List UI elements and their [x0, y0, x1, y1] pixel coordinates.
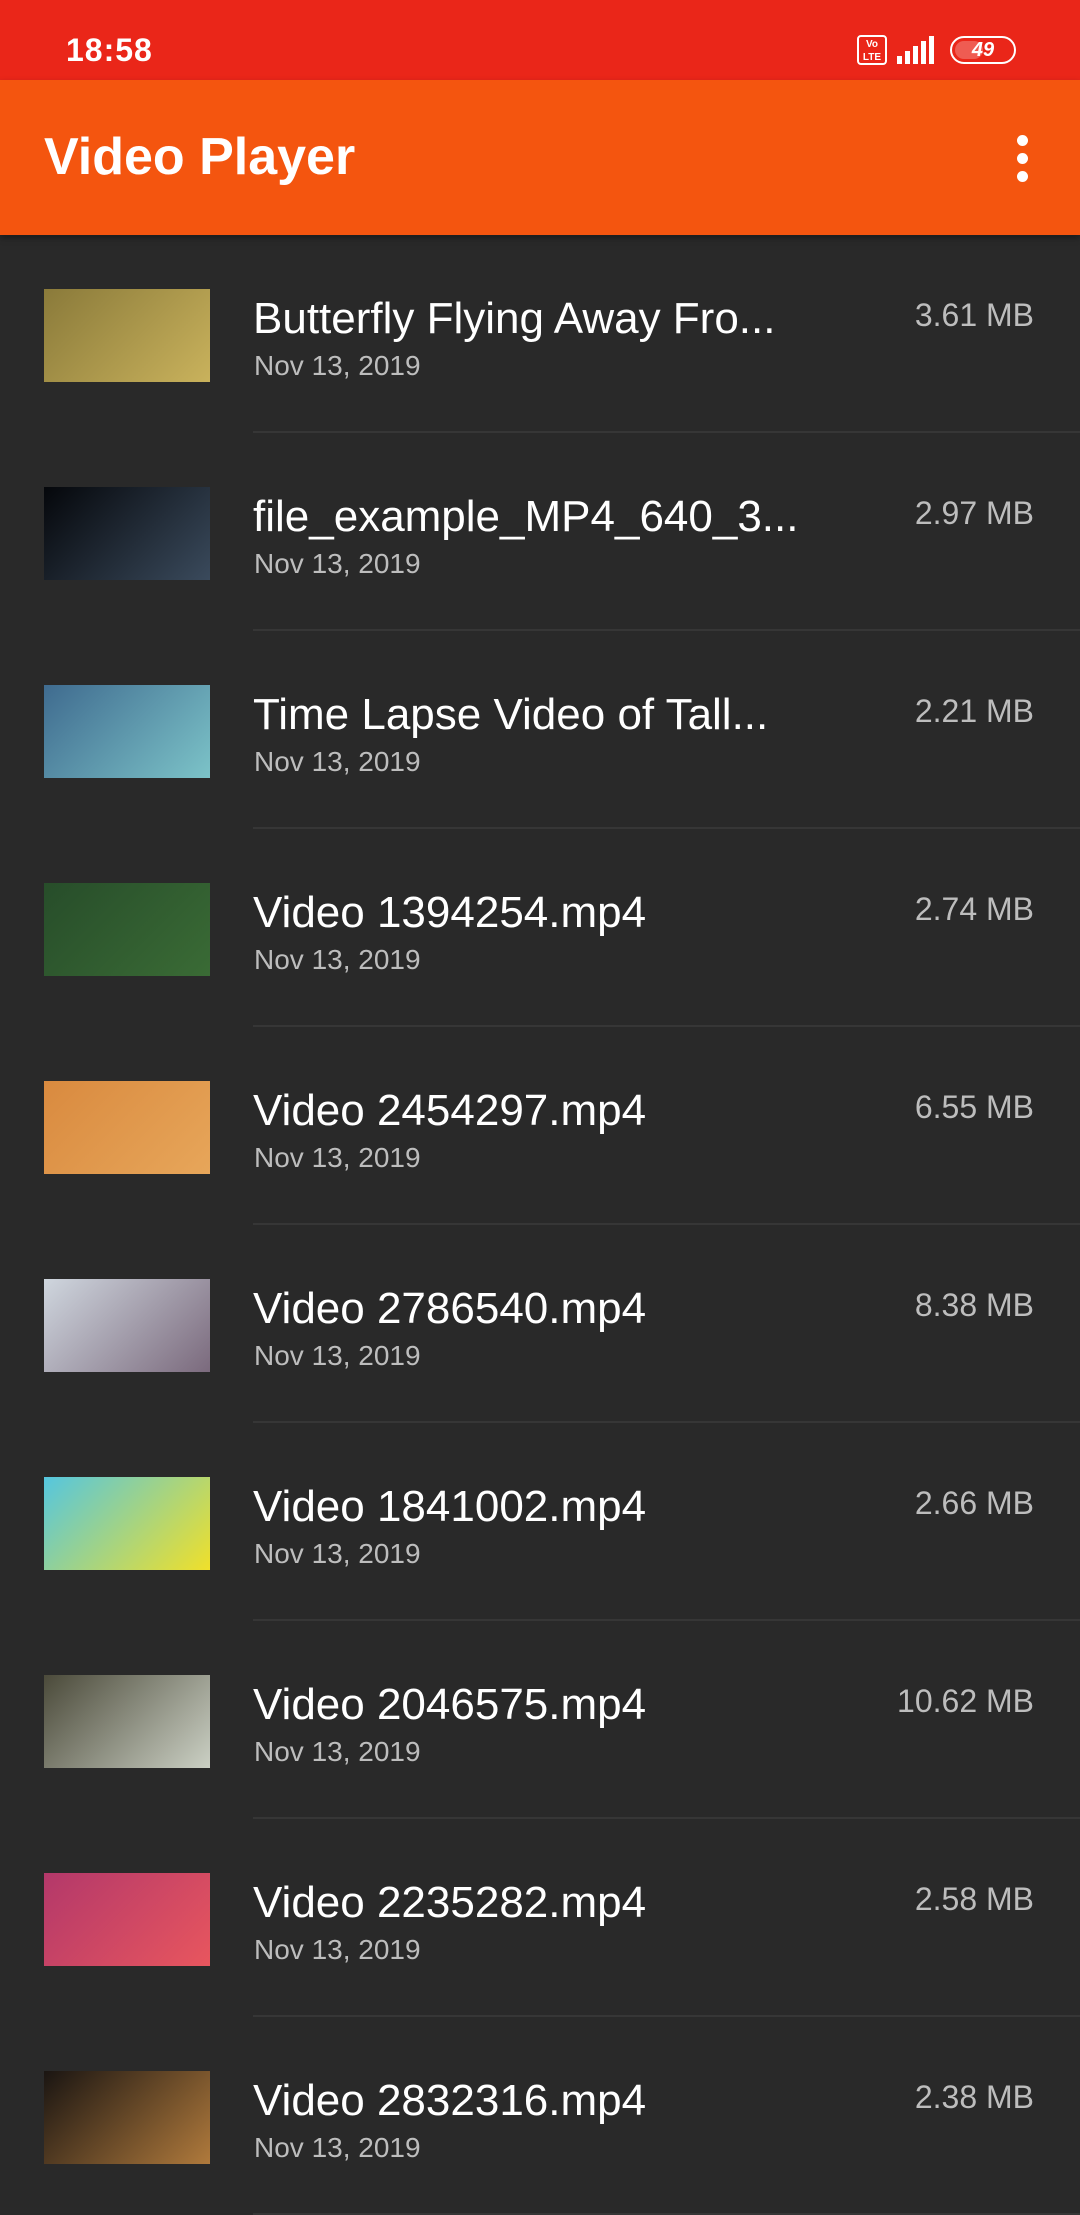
- video-list-item[interactable]: Video 2832316.mp4 Nov 13, 2019 2.38 MB: [0, 2017, 1080, 2215]
- video-list-item[interactable]: Video 2235282.mp4 Nov 13, 2019 2.58 MB: [0, 1819, 1080, 2017]
- video-file-size: 2.21 MB: [914, 693, 1034, 729]
- video-list-item[interactable]: Video 2454297.mp4 Nov 13, 2019 6.55 MB: [0, 1027, 1080, 1225]
- video-list-item[interactable]: file_example_MP4_640_3... Nov 13, 2019 2.9…: [0, 433, 1080, 631]
- video-thumbnail: [44, 1675, 210, 1768]
- video-title: Video 1394254.mp4: [253, 888, 647, 937]
- status-bar: 18:58 Vo LTE 49: [0, 0, 1080, 80]
- video-thumbnail: [44, 487, 210, 580]
- video-file-size: 10.62 MB: [897, 1683, 1034, 1719]
- video-date: Nov 13, 2019: [254, 1736, 421, 1767]
- video-thumbnail: [44, 883, 210, 976]
- volte-icon: Vo LTE: [857, 35, 887, 65]
- video-thumbnail: [44, 1477, 210, 1570]
- battery-icon: 49: [950, 36, 1016, 64]
- video-date: Nov 13, 2019: [254, 944, 421, 975]
- video-list-item[interactable]: Time Lapse Video of Tall... Nov 13, 2019 2…: [0, 631, 1080, 829]
- video-list: Butterfly Flying Away Fro... Nov 13, 2019…: [0, 235, 1080, 2215]
- video-thumbnail: [44, 685, 210, 778]
- video-list-item[interactable]: Butterfly Flying Away Fro... Nov 13, 2019…: [0, 235, 1080, 433]
- video-file-size: 2.58 MB: [914, 1881, 1034, 1917]
- video-date: Nov 13, 2019: [254, 746, 421, 777]
- video-list-item[interactable]: Video 1841002.mp4 Nov 13, 2019 2.66 MB: [0, 1423, 1080, 1621]
- video-title: Video 2046575.mp4: [253, 1680, 647, 1729]
- video-title: Butterfly Flying Away Fro...: [253, 294, 776, 343]
- video-file-size: 8.38 MB: [914, 1287, 1034, 1323]
- video-title: Time Lapse Video of Tall...: [253, 690, 769, 739]
- signal-icon: [897, 36, 934, 64]
- video-title: Video 2235282.mp4: [253, 1878, 647, 1927]
- video-list-item[interactable]: Video 1394254.mp4 Nov 13, 2019 2.74 MB: [0, 829, 1080, 1027]
- video-list-item[interactable]: Video 2046575.mp4 Nov 13, 2019 10.62 MB: [0, 1621, 1080, 1819]
- video-title: Video 2454297.mp4: [253, 1086, 647, 1135]
- video-thumbnail: [44, 2071, 210, 2164]
- video-date: Nov 13, 2019: [254, 1934, 421, 1965]
- video-date: Nov 13, 2019: [254, 350, 421, 381]
- video-title: file_example_MP4_640_3...: [253, 492, 799, 541]
- video-thumbnail: [44, 1081, 210, 1174]
- video-date: Nov 13, 2019: [254, 1142, 421, 1173]
- app-bar: Video Player: [0, 80, 1080, 235]
- video-title: Video 2786540.mp4: [253, 1284, 647, 1333]
- video-file-size: 3.61 MB: [914, 297, 1034, 333]
- video-file-size: 2.66 MB: [914, 1485, 1034, 1521]
- app-title: Video Player: [44, 128, 356, 186]
- video-date: Nov 13, 2019: [254, 1340, 421, 1371]
- video-file-size: 2.97 MB: [914, 495, 1034, 531]
- more-vert-icon[interactable]: [992, 120, 1052, 196]
- video-thumbnail: [44, 289, 210, 382]
- video-title: Video 2832316.mp4: [253, 2076, 647, 2125]
- video-date: Nov 13, 2019: [254, 548, 421, 579]
- video-file-size: 2.74 MB: [914, 891, 1034, 927]
- video-thumbnail: [44, 1279, 210, 1372]
- video-file-size: 6.55 MB: [914, 1089, 1034, 1125]
- status-icons: Vo LTE 49: [857, 33, 1016, 67]
- battery-level-text: 49: [971, 39, 995, 61]
- video-date: Nov 13, 2019: [254, 1538, 421, 1569]
- video-list-item[interactable]: Video 2786540.mp4 Nov 13, 2019 8.38 MB: [0, 1225, 1080, 1423]
- video-thumbnail: [44, 1873, 210, 1966]
- video-file-size: 2.38 MB: [914, 2079, 1034, 2115]
- video-title: Video 1841002.mp4: [253, 1482, 647, 1531]
